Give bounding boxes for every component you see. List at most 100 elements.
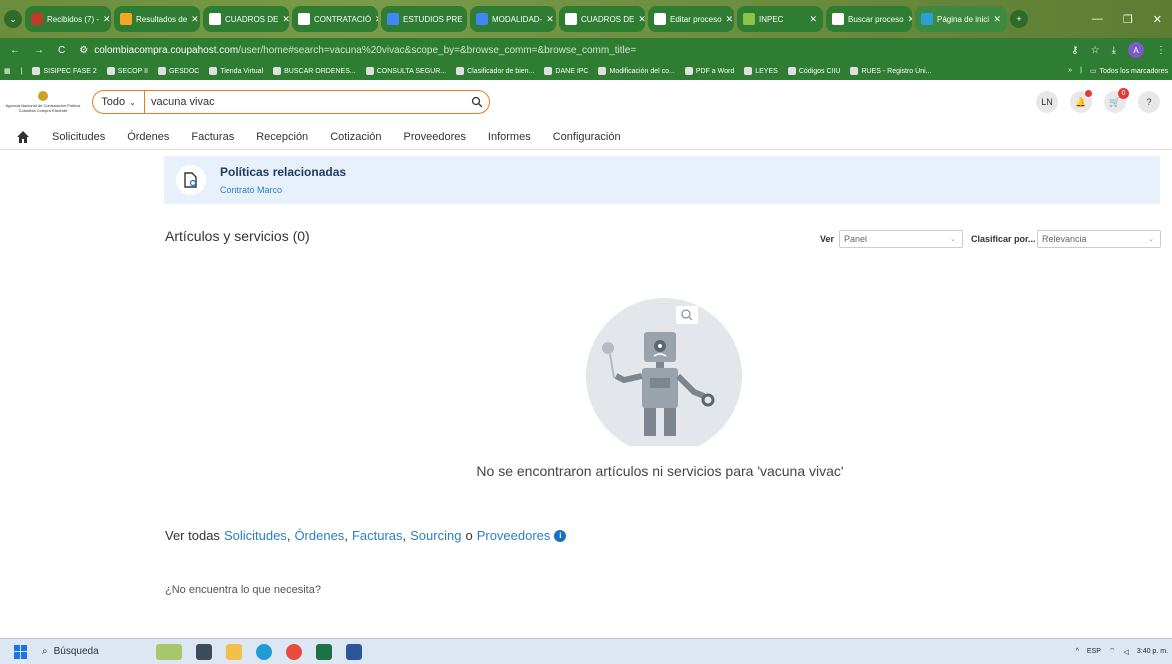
browser-tab[interactable]: CONTRATACIÓ✕ [292, 6, 378, 32]
cart-icon[interactable]: 🛒 0 [1104, 88, 1129, 113]
bookmark-item[interactable]: PDF a Word [684, 67, 734, 75]
nav-item[interactable]: Recepción [256, 131, 308, 143]
search-scope-dropdown[interactable]: Todo ⌄ [93, 91, 145, 113]
bookmark-item[interactable]: DANE IPC [544, 67, 588, 75]
tab-close-icon[interactable]: ✕ [282, 14, 289, 25]
site-info-icon[interactable]: ⚙ [79, 45, 88, 56]
bookmark-item[interactable]: Clasificador de bien... [456, 67, 534, 75]
bookmark-item[interactable]: Códigos CIIU [787, 67, 840, 75]
search-icon[interactable] [465, 96, 489, 108]
chrome-icon[interactable] [286, 643, 302, 660]
all-bookmarks-folder[interactable]: ▭ Todos los marcadores [1090, 67, 1168, 76]
tab-close-icon[interactable]: ✕ [103, 14, 111, 25]
word-icon[interactable] [346, 643, 362, 660]
bookmark-item[interactable]: Tienda Virtual [209, 67, 263, 75]
profile-avatar[interactable]: A [1128, 42, 1144, 58]
see-all-links: Ver todas Solicitudes, Órdenes, Facturas… [165, 528, 567, 543]
nav-item[interactable]: Órdenes [127, 131, 169, 143]
tab-search-button[interactable]: ⌄ [4, 10, 22, 28]
tab-label: Página de inici [937, 14, 990, 24]
windows-start-icon[interactable] [14, 644, 28, 659]
nav-item[interactable]: Solicitudes [52, 131, 105, 143]
link-ordenes[interactable]: Órdenes [294, 528, 344, 543]
nav-item[interactable]: Configuración [553, 131, 621, 143]
download-icon[interactable]: ⤓ [1112, 45, 1116, 56]
tab-close-icon[interactable]: ✕ [375, 14, 378, 25]
excel-icon[interactable] [316, 643, 332, 660]
tab-close-icon[interactable]: ✕ [809, 14, 817, 25]
widgets-icon[interactable] [156, 643, 182, 660]
user-avatar[interactable]: LN [1036, 91, 1058, 113]
browser-tab[interactable]: ESTUDIOS PRE✕ [381, 6, 467, 32]
bookmark-item[interactable]: CONSULTA SEGUR... [365, 67, 446, 75]
bookmark-item[interactable]: Modificación del co... [598, 67, 675, 75]
browser-tab[interactable]: CUADROS DE ✕ [559, 6, 645, 32]
agency-logo[interactable]: Agencia Nacional de Contratación Pública… [4, 84, 82, 120]
restore-icon[interactable]: ❐ [1123, 13, 1133, 26]
browser-tab[interactable]: CUADROS DE ✕ [203, 6, 289, 32]
tab-close-icon[interactable]: ✕ [546, 14, 554, 25]
info-icon[interactable]: i [554, 529, 567, 542]
bookmark-item[interactable]: LEYES [744, 67, 778, 75]
browser-tab[interactable]: INPEC ✕ [737, 6, 823, 32]
close-window-icon[interactable]: ✕ [1153, 13, 1162, 26]
apps-grid-icon[interactable]: ▦ [4, 67, 11, 75]
url-field[interactable]: ⚙ colombiacompra.coupahost.com/user/home… [79, 45, 636, 56]
policy-link[interactable]: Contrato Marco [220, 185, 346, 195]
nav-item[interactable]: Cotización [330, 131, 381, 143]
link-sourcing[interactable]: Sourcing [410, 528, 461, 543]
bookmark-item[interactable]: RUES - Registro Úni... [850, 67, 932, 75]
browser-tab[interactable]: Página de inici ✕ [915, 6, 1007, 32]
wifi-icon[interactable]: ⌔ [1109, 647, 1116, 656]
search-input[interactable] [145, 96, 465, 108]
notifications-bell-icon[interactable]: 🔔 [1070, 90, 1092, 113]
policy-document-icon [176, 165, 206, 195]
tab-close-icon[interactable]: ✕ [638, 14, 645, 25]
forward-icon[interactable]: → [34, 45, 44, 56]
browser-tab[interactable]: Editar proceso ✕ [648, 6, 734, 32]
tab-close-icon[interactable]: ✕ [726, 14, 734, 25]
browser-tab[interactable]: MODALIDAD- ✕ [470, 6, 556, 32]
help-button[interactable]: ? [1138, 91, 1160, 113]
tab-label: Editar proceso [670, 14, 722, 24]
task-view-icon[interactable] [196, 643, 212, 660]
browser-tab[interactable]: Buscar proceso ✕ [826, 6, 912, 32]
tab-close-icon[interactable]: ✕ [191, 14, 199, 25]
chevron-down-icon: ⌄ [129, 97, 136, 107]
bookmark-favicon-icon [598, 67, 607, 75]
sort-select[interactable]: Relevancia ⌄ [1037, 230, 1161, 248]
browser-tab[interactable]: Resultados de ✕ [114, 6, 200, 32]
tab-close-icon[interactable]: ✕ [993, 14, 1001, 25]
bookmark-star-icon[interactable]: ☆ [1091, 45, 1100, 56]
bookmark-item[interactable]: BUSCAR ORDENES... [273, 67, 356, 75]
lang-indicator[interactable]: ESP [1087, 648, 1101, 655]
nav-item[interactable]: Proveedores [404, 131, 466, 143]
password-key-icon[interactable]: ⚷ [1071, 45, 1078, 56]
bookmark-item[interactable]: GESDOC [157, 67, 199, 75]
link-solicitudes[interactable]: Solicitudes [224, 528, 287, 543]
volume-icon[interactable]: ◁ [1123, 648, 1128, 656]
view-select[interactable]: Panel ⌄ [839, 230, 963, 248]
minimize-icon[interactable]: — [1092, 13, 1103, 26]
new-tab-button[interactable]: + [1010, 10, 1028, 28]
home-icon[interactable] [16, 130, 30, 144]
tray-chevron-icon[interactable]: ^ [1076, 648, 1079, 655]
back-icon[interactable]: ← [10, 45, 20, 56]
tab-label: CUADROS DE [225, 14, 279, 24]
file-explorer-icon[interactable] [226, 643, 242, 660]
edge-icon[interactable] [256, 643, 272, 660]
reload-icon[interactable]: C [58, 45, 65, 56]
clock[interactable]: 3:40 p. m. [1137, 648, 1168, 656]
bookmark-item[interactable]: SECOP II [106, 67, 148, 75]
bookmark-item[interactable]: SISIPEC FASE 2 [32, 67, 97, 75]
taskbar-search[interactable]: ⌕ Búsqueda [42, 646, 142, 657]
nav-item[interactable]: Facturas [191, 131, 234, 143]
not-found-prompt[interactable]: ¿No encuentra lo que necesita? [165, 584, 321, 596]
bookmarks-overflow[interactable]: » [1068, 67, 1072, 75]
nav-item[interactable]: Informes [488, 131, 531, 143]
link-facturas[interactable]: Facturas [352, 528, 403, 543]
browser-menu-icon[interactable]: ⋮ [1156, 45, 1166, 56]
browser-tab[interactable]: Recibidos (7) - ✕ [25, 6, 111, 32]
link-proveedores[interactable]: Proveedores [477, 528, 551, 543]
tab-close-icon[interactable]: ✕ [908, 14, 912, 25]
